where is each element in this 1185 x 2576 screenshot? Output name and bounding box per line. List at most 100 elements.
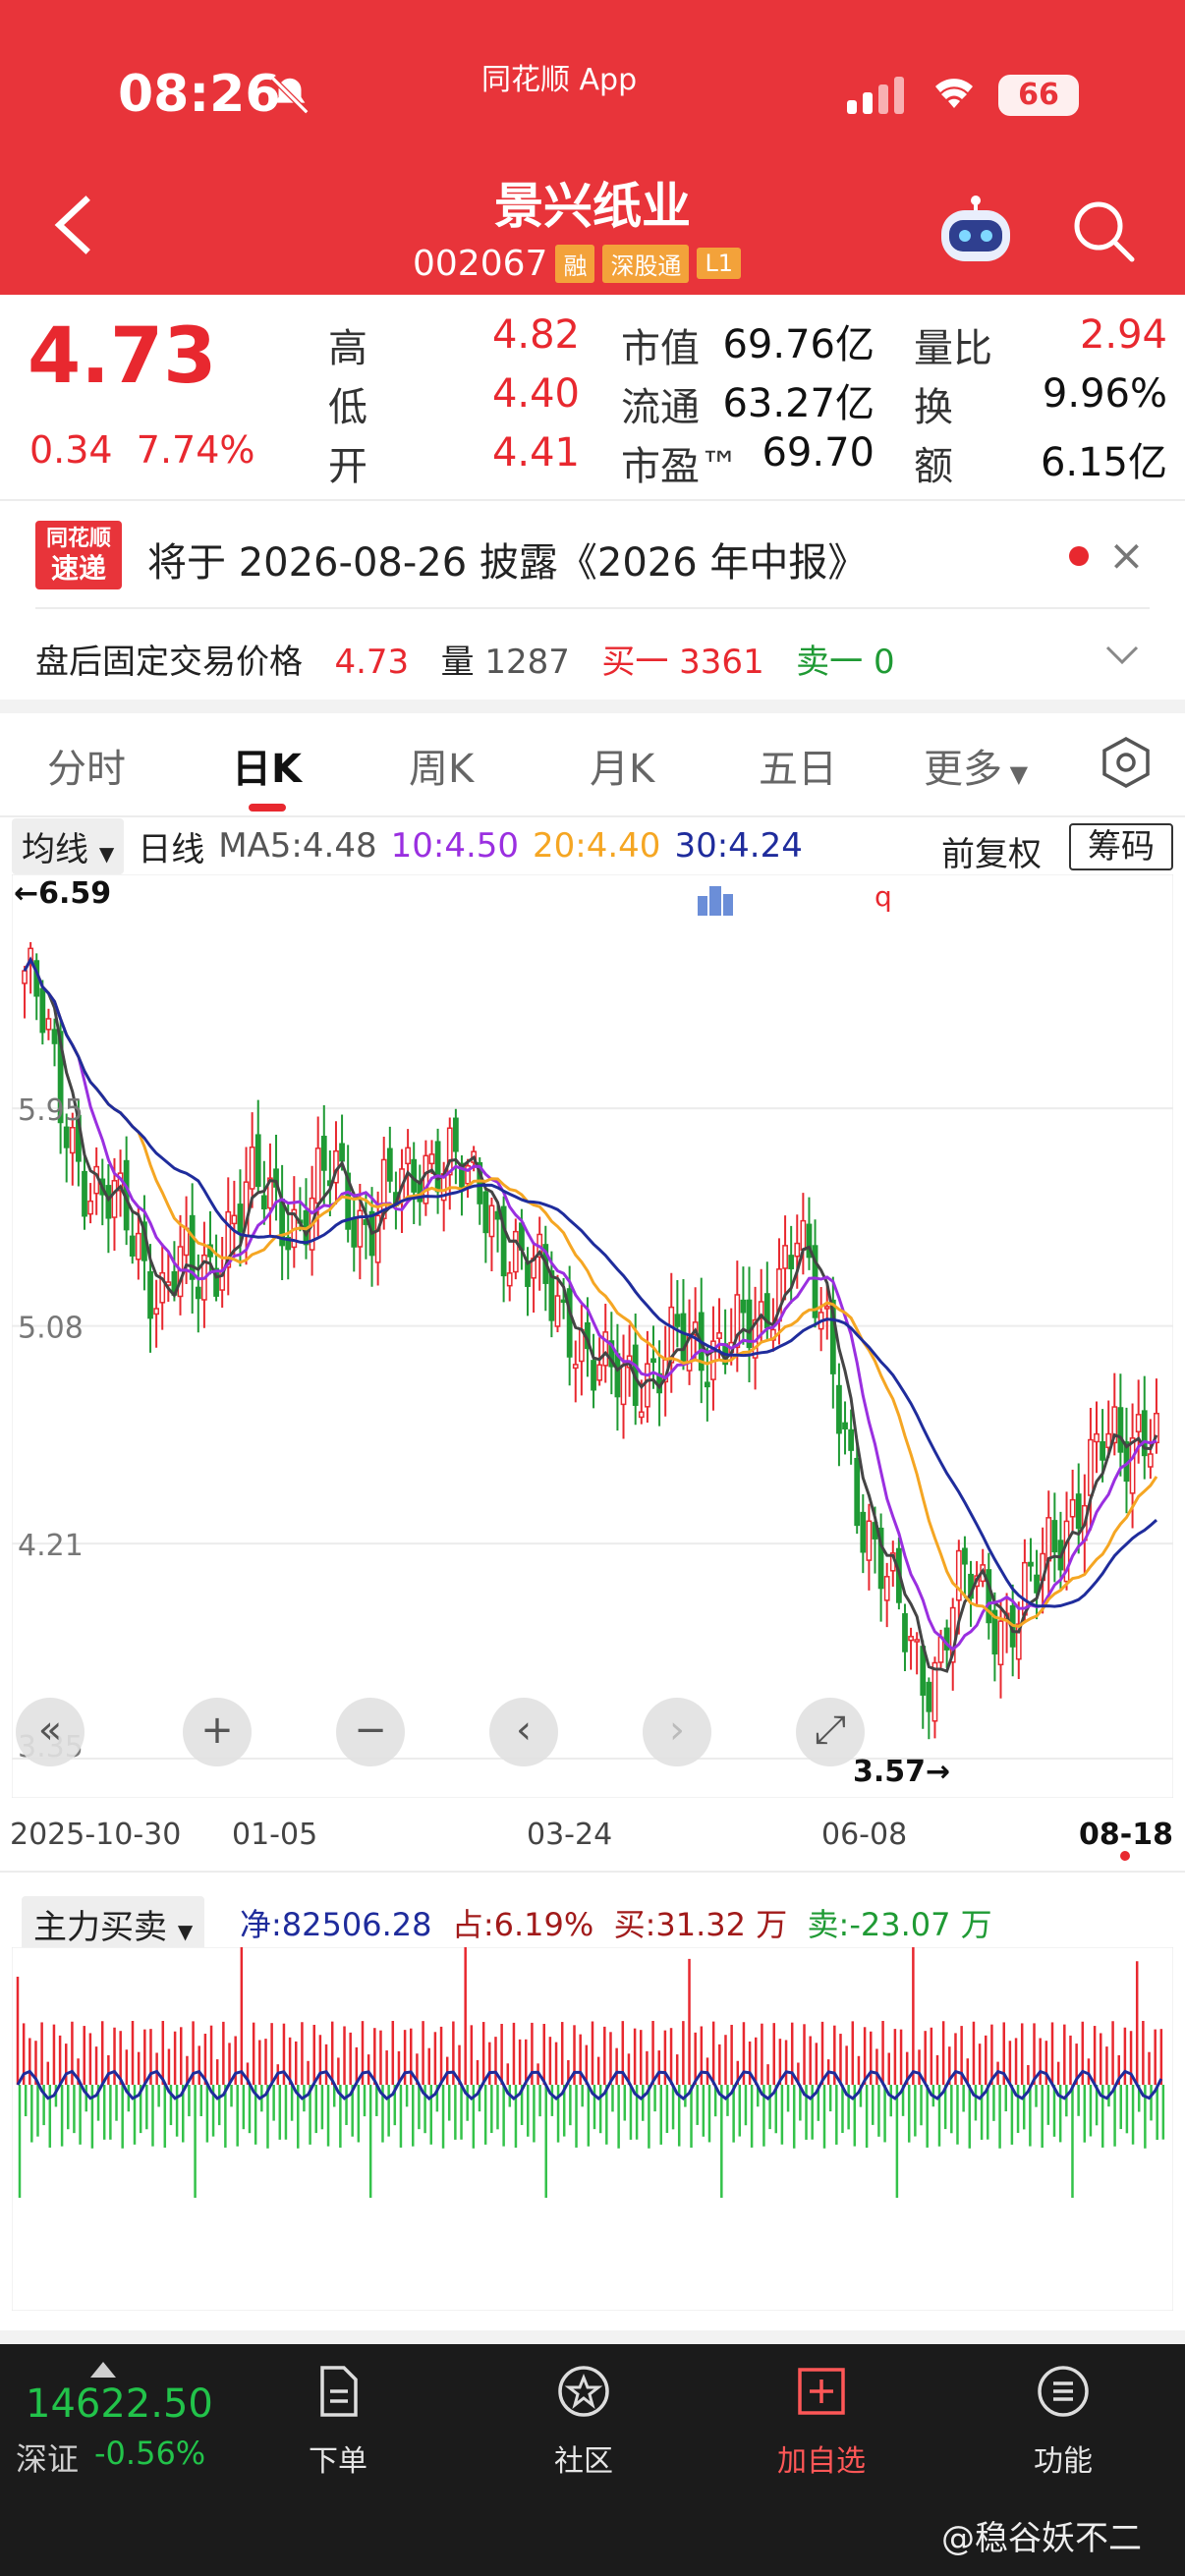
candle-body <box>452 1117 459 1152</box>
candle-body <box>823 1306 830 1310</box>
candle-body <box>63 1126 70 1148</box>
search-icon[interactable] <box>1069 196 1138 265</box>
document-icon <box>320 2366 358 2417</box>
candle-body <box>1147 1453 1154 1468</box>
min-price-marker: 3.57→ <box>853 1755 951 1789</box>
money-flow-stats: 净:82506.28 占:6.19% 买:31.32 万 卖:-23.07 万 <box>240 1900 992 1945</box>
notice-text[interactable]: 将于 2026-08-26 披露《2026 年中报》 <box>147 531 867 588</box>
candle-body <box>788 1255 795 1269</box>
y-tick-label: 4.21 <box>18 1529 84 1563</box>
community-button[interactable]: 社区 <box>515 2362 652 2480</box>
after-hours-vol-label: 量 <box>440 643 475 682</box>
change-percent: 7.74% <box>136 428 255 472</box>
candle-body <box>650 1358 656 1364</box>
tab-weekly-k[interactable]: 周K <box>409 737 474 794</box>
candle-body <box>716 1332 722 1339</box>
order-button[interactable]: 下单 <box>269 2362 407 2480</box>
tab-five-day[interactable]: 五日 <box>759 737 837 794</box>
high-label: 高 <box>328 326 367 371</box>
ma20-value: 20:4.40 <box>533 826 661 866</box>
candle-body <box>1135 1414 1142 1432</box>
sell1-label: 卖一 <box>796 643 864 682</box>
chevron-down-icon[interactable] <box>1104 644 1140 666</box>
tab-intraday[interactable]: 分时 <box>47 737 126 794</box>
scroll-left-fast-button[interactable]: « <box>16 1698 85 1766</box>
money-flow-select[interactable]: 主力买卖 ▼ <box>22 1896 205 1952</box>
scroll-left-button[interactable]: ‹ <box>489 1698 558 1766</box>
x-tick-label: 03-24 <box>527 1818 613 1852</box>
community-star-icon <box>558 2366 609 2417</box>
candle-body <box>1117 1407 1124 1453</box>
candle-body <box>554 1295 561 1327</box>
building-event-icon[interactable] <box>696 884 735 918</box>
close-icon[interactable]: × <box>1108 531 1145 581</box>
ma-select[interactable]: 均线 ▼ <box>12 817 125 874</box>
add-plus-icon <box>798 2368 845 2415</box>
wifi-icon <box>935 79 973 108</box>
settings-hexagon-icon[interactable] <box>1099 735 1154 790</box>
candle-body <box>195 1286 201 1300</box>
ma5-value: MA5:4.48 <box>218 826 377 866</box>
candle-body <box>591 1360 596 1391</box>
current-price: 4.73 <box>28 312 217 401</box>
scroll-right-button[interactable]: › <box>643 1698 711 1766</box>
candle-body <box>1051 1520 1058 1553</box>
bottom-gap <box>0 2330 1185 2344</box>
candle-body <box>596 1364 603 1381</box>
candle-body <box>351 1218 358 1248</box>
add-watchlist-label: 加自选 <box>777 2444 866 2479</box>
ma10-value: 10:4.50 <box>390 826 520 866</box>
money-flow-chart <box>12 1947 1173 2311</box>
high-value: 4.82 <box>491 312 580 358</box>
candle-body <box>836 1384 842 1434</box>
flow-buy: 买:31.32 万 <box>613 1906 788 1943</box>
candle-body <box>883 1576 890 1601</box>
change-amount: 0.34 <box>29 428 113 472</box>
candle-body <box>1028 1561 1034 1567</box>
functions-button[interactable]: 功能 <box>994 2362 1132 2480</box>
y-tick-label: 5.08 <box>18 1312 84 1346</box>
candle-body <box>931 1661 938 1722</box>
candle-body <box>572 1364 579 1370</box>
today-dot <box>1120 1851 1130 1861</box>
tab-more[interactable]: 更多 ▼ <box>924 737 1028 794</box>
candle-body <box>860 1511 867 1553</box>
x-tick-label: 01-05 <box>232 1818 318 1852</box>
candle-body <box>842 1422 848 1429</box>
add-watchlist-button[interactable]: 加自选 <box>753 2362 890 2480</box>
tab-monthly-k[interactable]: 月K <box>590 737 654 794</box>
low-value: 4.40 <box>491 371 580 417</box>
candle-body <box>962 1547 968 1565</box>
chips-button[interactable]: 筹码 <box>1069 823 1173 870</box>
x-tick-label: 06-08 <box>821 1818 908 1852</box>
fullscreen-button[interactable]: ⤢ <box>796 1698 865 1766</box>
caret-down-icon: ▼ <box>98 841 115 866</box>
candle-body <box>249 1147 255 1190</box>
index-value[interactable]: 14622.50 <box>26 2381 213 2427</box>
candle-body <box>339 1143 345 1162</box>
candle-body <box>866 1520 873 1561</box>
ai-robot-icon[interactable] <box>933 193 1018 267</box>
notice-divider <box>35 607 1150 609</box>
stock-code: 002067 <box>413 243 548 284</box>
adjust-toggle[interactable]: 前复权 <box>941 827 1042 875</box>
zoom-in-button[interactable]: + <box>183 1698 252 1766</box>
candle-body <box>129 1235 136 1257</box>
candle-body <box>237 1204 244 1233</box>
after-hours-row[interactable]: 盘后固定交易价格 4.73 量 1287 买一 3361 卖一 0 <box>35 635 895 683</box>
candle-body <box>638 1411 645 1419</box>
candle-body <box>428 1153 435 1165</box>
candle-body <box>189 1214 196 1280</box>
candle-body <box>1100 1440 1105 1461</box>
kline-chart[interactable]: 5.955.084.213.35 <box>12 874 1173 1798</box>
community-label: 社区 <box>554 2444 613 2479</box>
stock-code-line: 002067 融 深股通 L1 <box>413 243 742 284</box>
tab-daily-k[interactable]: 日K <box>232 737 302 794</box>
after-hours-vol: 1287 <box>484 643 570 682</box>
buy1-label: 买一 <box>601 643 669 682</box>
dividend-event-icon[interactable]: q <box>875 880 892 913</box>
candle-body <box>231 1214 238 1225</box>
zoom-out-button[interactable]: − <box>336 1698 405 1766</box>
candle-body <box>620 1364 627 1406</box>
candle-body <box>525 1261 531 1287</box>
